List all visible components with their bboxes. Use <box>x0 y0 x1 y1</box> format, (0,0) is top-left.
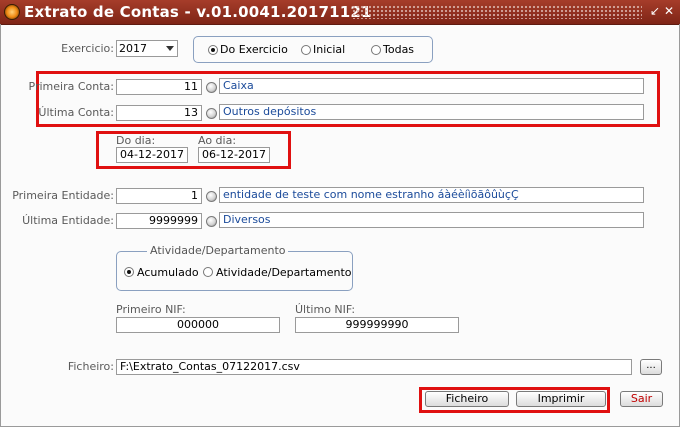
close-icon[interactable]: ✕ <box>662 4 676 18</box>
ultima-entidade-input[interactable]: 9999999 <box>116 213 202 229</box>
ultimo-nif-label: Último NIF: <box>295 303 356 316</box>
do-dia-input[interactable]: 04-12-2017 <box>116 147 188 163</box>
primeira-entidade-lookup-icon[interactable] <box>206 191 217 202</box>
sair-button[interactable]: Sair <box>620 391 663 407</box>
radio-acumulado[interactable] <box>124 267 134 277</box>
primeira-entidade-desc: entidade de teste com nome estranho áàéè… <box>219 187 644 203</box>
ao-dia-input[interactable]: 06-12-2017 <box>198 147 270 163</box>
ultima-entidade-lookup-icon[interactable] <box>206 216 217 227</box>
primeira-conta-label: Primeira Conta: <box>28 80 114 93</box>
exercicio-value: 2017 <box>119 42 147 55</box>
radio-do-exercicio-label[interactable]: Do Exercicio <box>220 43 288 56</box>
radio-todas-label[interactable]: Todas <box>383 43 414 56</box>
primeiro-nif-label: Primeiro NIF: <box>116 303 186 316</box>
primeira-conta-input[interactable]: 11 <box>116 79 202 95</box>
minimize-icon[interactable]: ↙ <box>648 4 662 18</box>
primeira-entidade-input[interactable]: 1 <box>116 188 202 204</box>
exercicio-select[interactable]: 2017 <box>116 40 178 57</box>
report-window: Extrato de Contas - v.01.0041.20171121 ↙… <box>0 0 680 427</box>
browse-file-button[interactable]: ... <box>640 359 662 375</box>
do-dia-label: Do dia: <box>116 134 156 147</box>
primeira-conta-lookup-icon[interactable] <box>206 82 217 93</box>
ficheiro-path-input[interactable]: F:\Extrato_Contas_07122017.csv <box>116 359 632 375</box>
ultima-conta-label: Última Conta: <box>38 106 114 119</box>
exercicio-scope-group: Do Exercicio Inicial Todas <box>193 36 433 63</box>
radio-atividade-departamento[interactable] <box>203 267 213 277</box>
radio-atividade-departamento-label[interactable]: Atividade/Departamento <box>216 266 351 279</box>
title-bar-grip <box>352 5 642 19</box>
radio-acumulado-label[interactable]: Acumulado <box>137 266 199 279</box>
radio-do-exercicio[interactable] <box>208 45 218 55</box>
app-logo-icon <box>4 4 20 20</box>
primeiro-nif-input[interactable]: 000000 <box>116 317 280 333</box>
ficheiro-button[interactable]: Ficheiro <box>425 391 509 407</box>
atividade-legend: Atividade/Departamento <box>147 244 289 257</box>
ultima-conta-desc: Outros depósitos <box>219 104 644 120</box>
title-bar[interactable]: Extrato de Contas - v.01.0041.20171121 ↙… <box>0 0 680 25</box>
ficheiro-label: Ficheiro: <box>67 360 114 373</box>
radio-todas[interactable] <box>371 45 381 55</box>
chevron-down-icon[interactable] <box>166 46 174 51</box>
window-title: Extrato de Contas - v.01.0041.20171121 <box>24 3 372 21</box>
ultima-conta-lookup-icon[interactable] <box>206 108 217 119</box>
ultima-entidade-desc: Diversos <box>219 212 644 228</box>
primeira-conta-desc: Caixa <box>219 78 644 94</box>
ultima-entidade-label: Última Entidade: <box>22 214 114 227</box>
ao-dia-label: Ao dia: <box>198 134 237 147</box>
imprimir-button[interactable]: Imprimir <box>516 391 606 407</box>
radio-inicial-label[interactable]: Inicial <box>313 43 345 56</box>
exercicio-label: Exercicio: <box>61 42 114 55</box>
primeira-entidade-label: Primeira Entidade: <box>12 189 114 202</box>
ultima-conta-input[interactable]: 13 <box>116 105 202 121</box>
radio-inicial[interactable] <box>301 45 311 55</box>
ultimo-nif-input[interactable]: 999999990 <box>295 317 459 333</box>
atividade-group: Atividade/Departamento Acumulado Ativida… <box>116 244 353 291</box>
